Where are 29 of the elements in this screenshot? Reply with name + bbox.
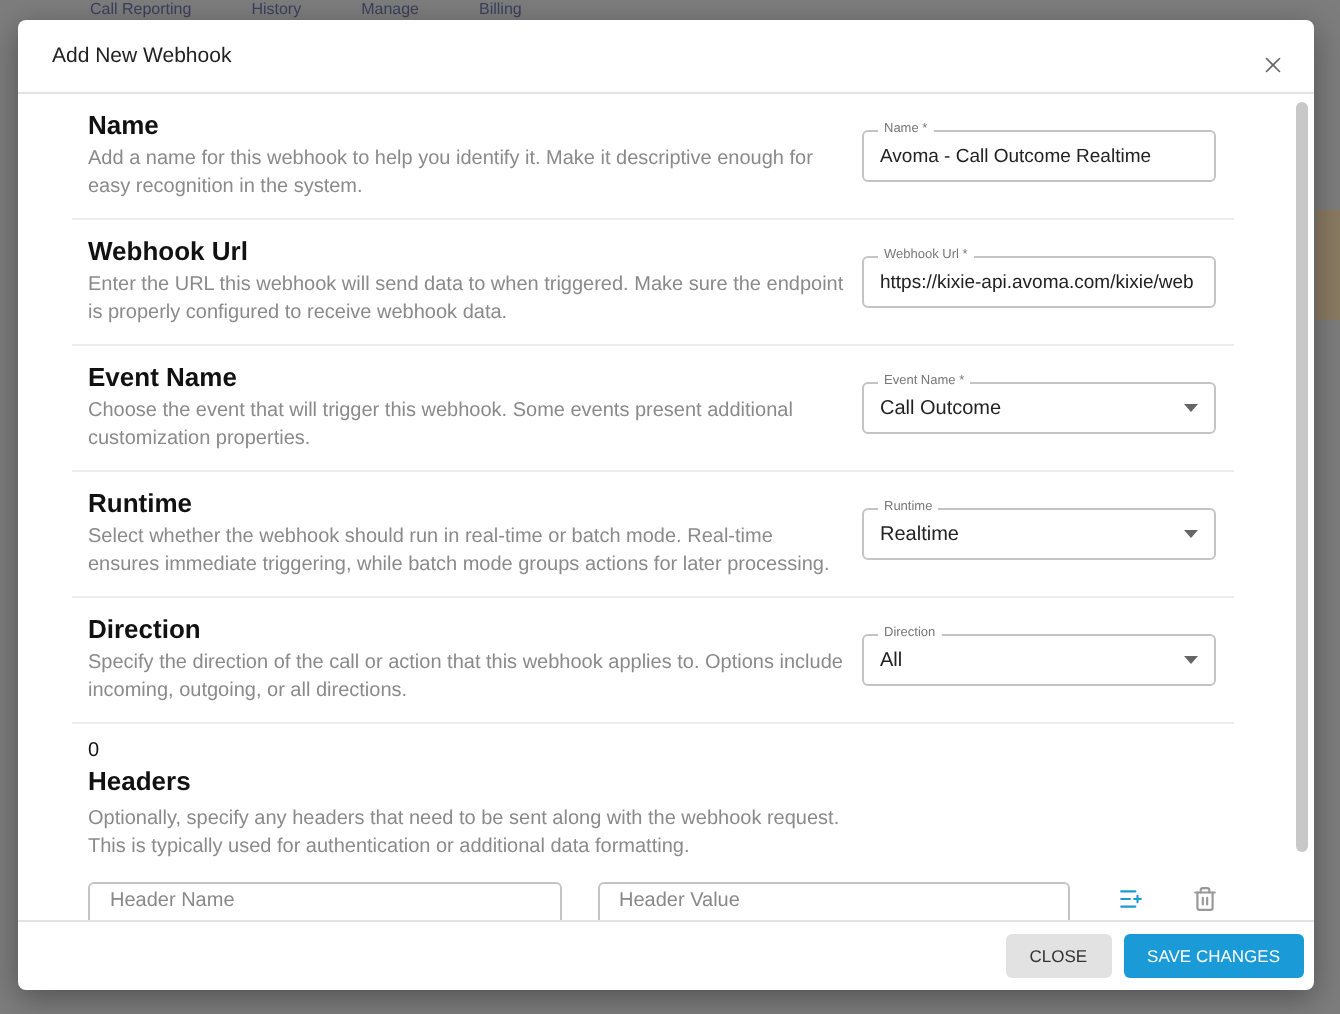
save-button[interactable]: SAVE CHANGES (1123, 934, 1304, 978)
dropdown-caret-icon (1184, 404, 1198, 412)
section-title: Headers (88, 766, 193, 796)
header-input-field[interactable]: Header Name (88, 882, 561, 920)
section-title: Event Name (88, 362, 239, 392)
dialog-title: Add New Webhook (52, 44, 232, 68)
section-description: Specify the direction of the call or action that this webhook applies to. Options include incoming, outgoing, or all directions. (88, 650, 845, 706)
close-button[interactable]: CLOSE (1005, 934, 1112, 978)
trash-icon[interactable] (1192, 886, 1218, 912)
section-description: Enter the URL this webhook will send data to when triggered. Make sure the endpoint is properly configured to receive webhook data. (88, 272, 846, 328)
add-row-icon[interactable] (1118, 886, 1144, 912)
background-card (1316, 210, 1340, 320)
nav-tab[interactable]: Manage (331, 0, 450, 18)
section-description: Choose the event that will trigger this webhook. Some events present additional customization properties. (88, 398, 795, 454)
nav-tab[interactable]: History (221, 0, 332, 18)
dropdown-caret-icon (1184, 530, 1198, 538)
section-title: Name (88, 110, 161, 140)
section-title: Direction (88, 614, 203, 644)
nav-tab[interactable]: Billing (449, 0, 552, 18)
section-description: This is typically used for authentication or additional data formatting. (88, 834, 692, 862)
header-input-field[interactable]: Header Value (597, 882, 1070, 920)
section-title: Webhook Url (88, 236, 250, 266)
section-title: Runtime (88, 488, 194, 518)
section-description: Add a name for this webhook to help you identify it. Make it descriptive enough for easy recognition in the system. (88, 146, 815, 202)
nav-tab[interactable]: Call Reporting (60, 0, 222, 18)
section-description: Optionally, specify any headers that need to be sent along with the webhook request. (88, 806, 842, 834)
dropdown-caret-icon (1184, 656, 1198, 664)
section-description: Select whether the webhook should run in real-time or batch mode. Real-time ensures immediate triggering, while batch mode groups actions for later processing. (88, 524, 832, 580)
header-count: 0 (88, 740, 102, 762)
